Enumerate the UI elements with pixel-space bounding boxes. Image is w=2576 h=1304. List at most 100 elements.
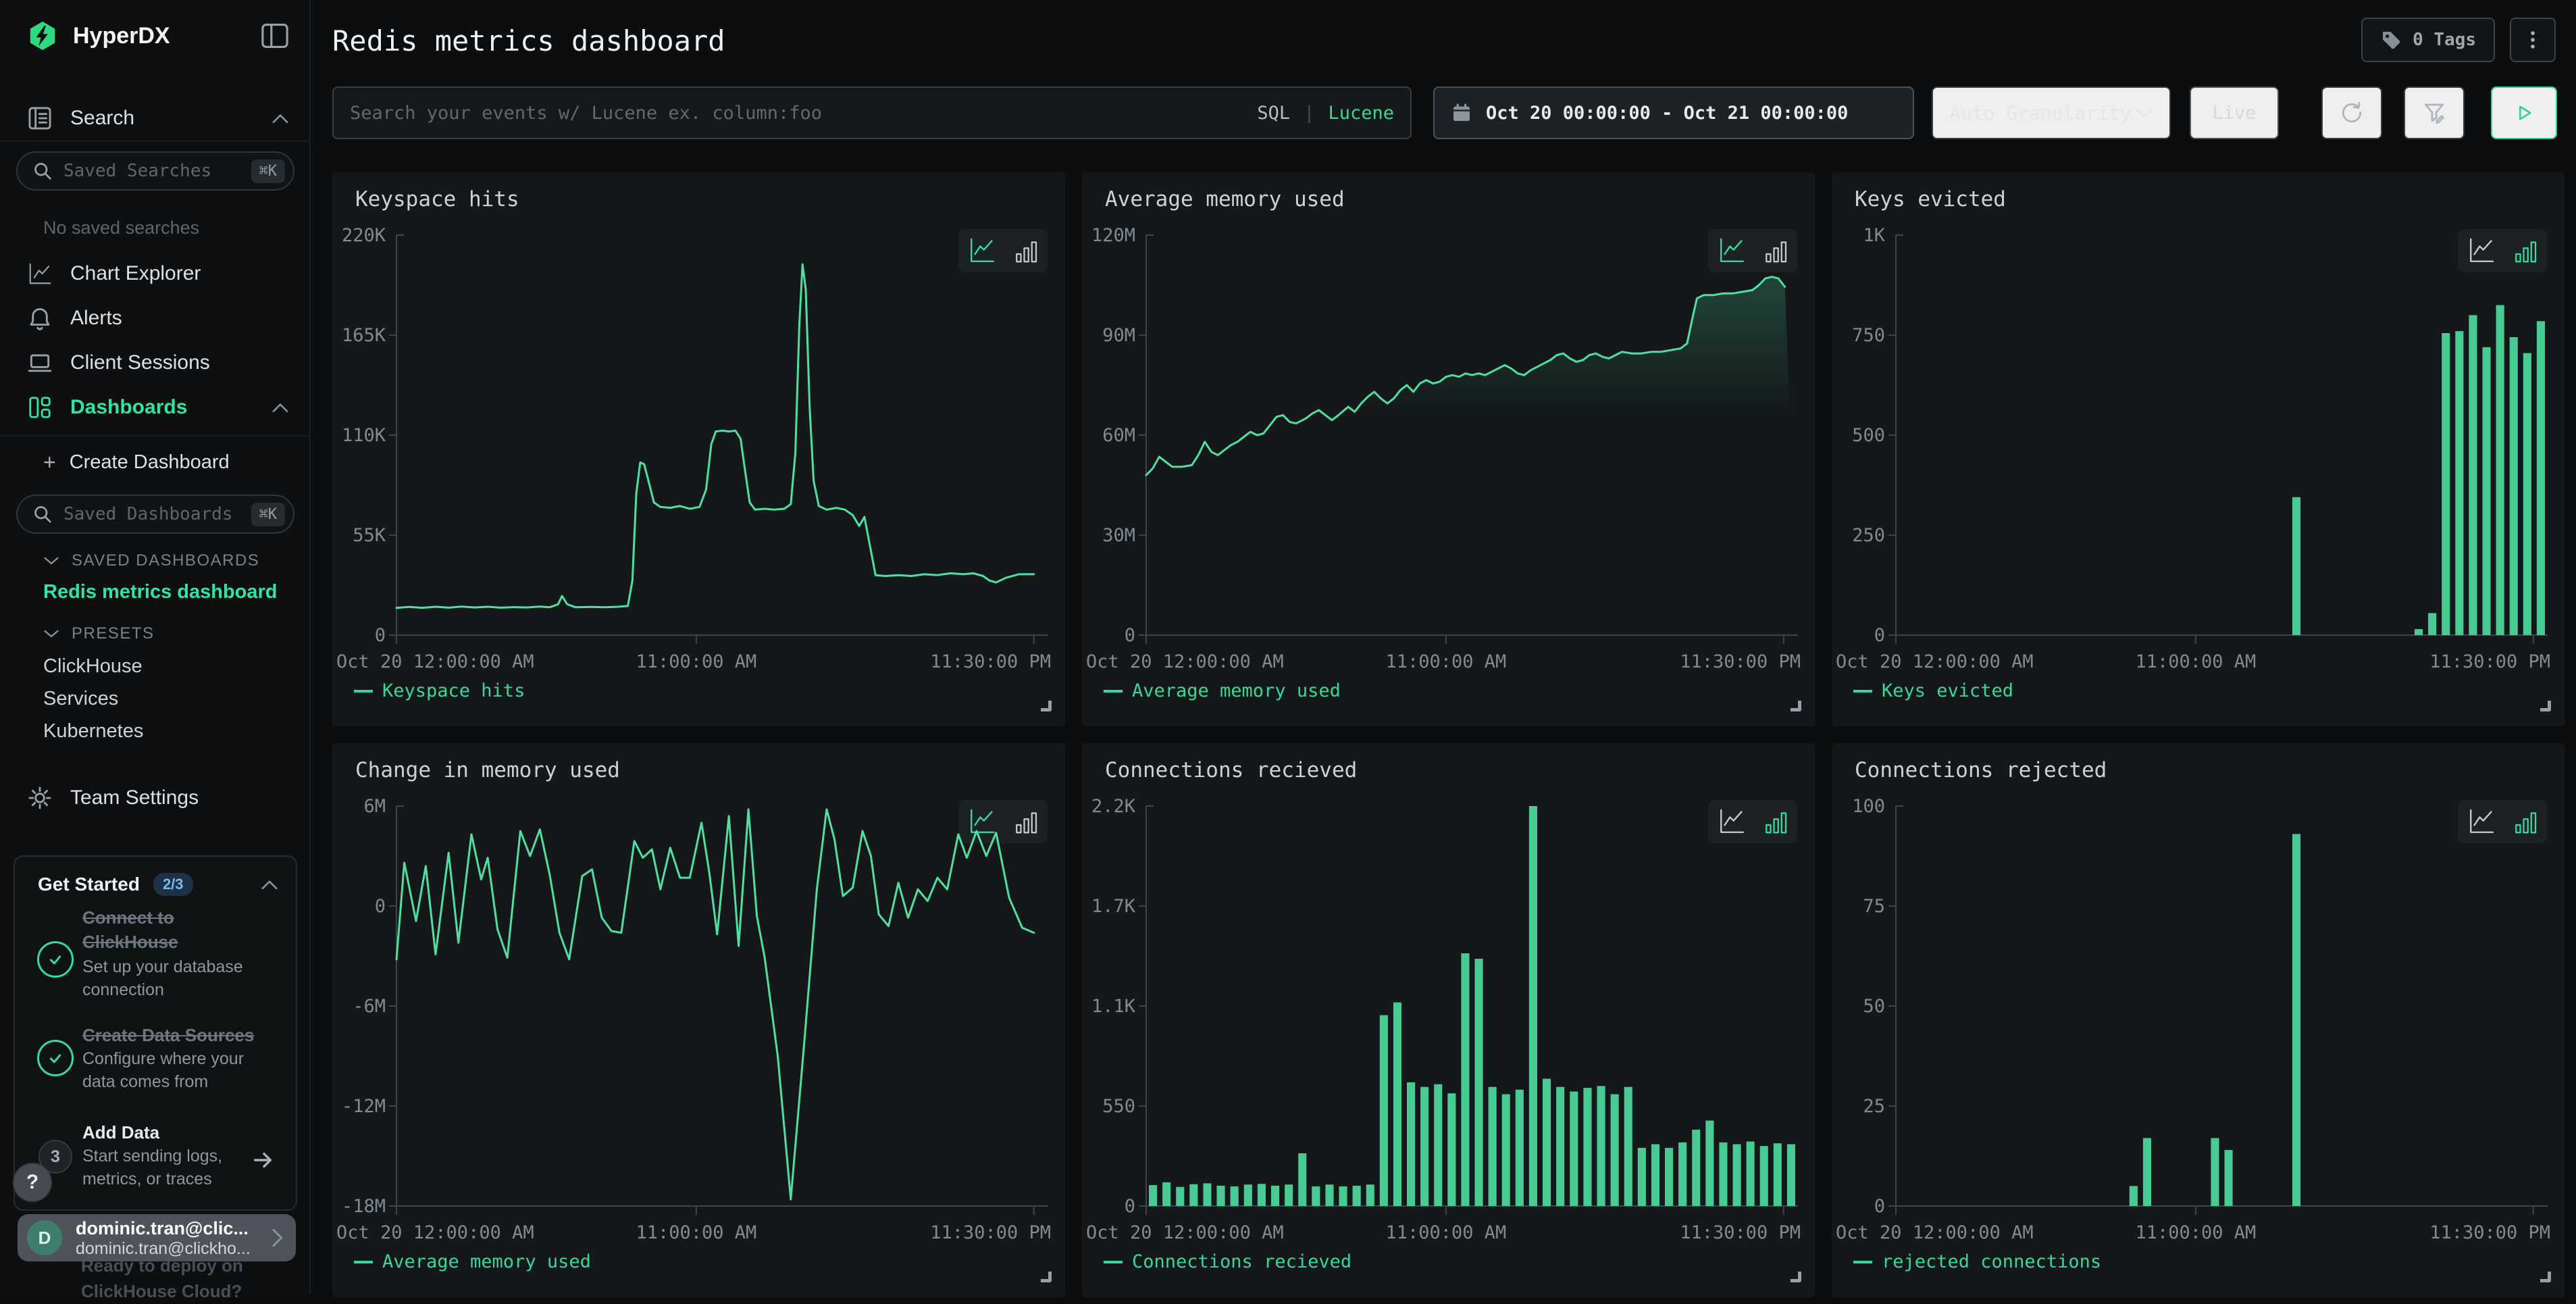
svg-text:11:30:00 PM: 11:30:00 PM bbox=[2429, 651, 2550, 672]
sidebar-item-search[interactable]: Search bbox=[0, 96, 309, 141]
legend-dash bbox=[1853, 690, 1872, 693]
filter-button[interactable] bbox=[2404, 86, 2465, 139]
chart-legend[interactable]: Keys evicted bbox=[1853, 680, 2013, 701]
chart-legend[interactable]: Average memory used bbox=[354, 1251, 591, 1272]
get-started-title: Get Started bbox=[38, 874, 140, 895]
svg-text:-18M: -18M bbox=[342, 1196, 386, 1217]
svg-text:Oct 20 12:00:00 AM: Oct 20 12:00:00 AM bbox=[1086, 1222, 1284, 1243]
play-button[interactable] bbox=[2491, 86, 2557, 139]
sidebar-item-kubernetes[interactable]: Kubernetes bbox=[43, 715, 143, 747]
svg-text:-12M: -12M bbox=[342, 1096, 386, 1117]
kebab-menu-button[interactable] bbox=[2510, 18, 2556, 62]
plus-icon: + bbox=[43, 450, 56, 475]
resize-handle[interactable] bbox=[2540, 701, 2551, 711]
svg-text:11:30:00 PM: 11:30:00 PM bbox=[1680, 1222, 1801, 1243]
svg-text:-6M: -6M bbox=[353, 996, 386, 1017]
svg-text:0: 0 bbox=[1874, 1196, 1885, 1217]
svg-text:50: 50 bbox=[1863, 996, 1885, 1017]
refresh-button[interactable] bbox=[2321, 86, 2382, 139]
chart-legend[interactable]: Keyspace hits bbox=[354, 680, 525, 701]
date-range-picker[interactable]: Oct 20 00:00:00 - Oct 21 00:00:00 bbox=[1433, 86, 1914, 139]
magnifier-icon bbox=[32, 504, 53, 524]
svg-text:0: 0 bbox=[1125, 625, 1135, 646]
saved-dashboards-input[interactable]: Saved Dashboards ⌘K bbox=[16, 495, 294, 534]
event-search-input[interactable]: Search your events w/ Lucene ex. column:… bbox=[332, 86, 1412, 139]
chart-panel: Keys evicted 1K7505002500Oct 20 12:00:00… bbox=[1832, 172, 2565, 726]
chart-legend[interactable]: rejected connections bbox=[1853, 1251, 2101, 1272]
legend-dash bbox=[1104, 690, 1123, 693]
get-started-step-desc: Configure where your data comes from bbox=[82, 1047, 244, 1093]
chart-legend[interactable]: Average memory used bbox=[1104, 680, 1341, 701]
arrow-right-icon[interactable] bbox=[251, 1149, 274, 1172]
svg-text:11:30:00 PM: 11:30:00 PM bbox=[930, 1222, 1051, 1243]
sidebar-item-chart-explorer[interactable]: Chart Explorer bbox=[0, 251, 309, 296]
chart-legend[interactable]: Connections recieved bbox=[1104, 1251, 1351, 1272]
help-button[interactable]: ? bbox=[13, 1163, 52, 1202]
presets-section[interactable]: PRESETS bbox=[43, 622, 155, 646]
gear-icon bbox=[27, 785, 53, 811]
saved-searches-input[interactable]: Saved Searches ⌘K bbox=[16, 151, 294, 191]
check-circle-icon bbox=[37, 1040, 74, 1076]
svg-text:Oct 20 12:00:00 AM: Oct 20 12:00:00 AM bbox=[336, 651, 534, 672]
svg-text:11:00:00 AM: 11:00:00 AM bbox=[1385, 651, 1506, 672]
resize-handle[interactable] bbox=[1041, 1272, 1052, 1282]
resize-handle[interactable] bbox=[1791, 1272, 1801, 1282]
mode-divider: | bbox=[1304, 103, 1314, 124]
svg-text:25: 25 bbox=[1863, 1096, 1885, 1117]
chevron-up-icon bbox=[272, 112, 289, 124]
resize-handle[interactable] bbox=[2540, 1272, 2551, 1282]
sidebar-item-dashboards[interactable]: Dashboards bbox=[0, 385, 309, 430]
user-menu[interactable]: D dominic.tran@clic... dominic.tran@clic… bbox=[18, 1214, 296, 1261]
lucene-mode-toggle[interactable]: Lucene bbox=[1328, 103, 1394, 124]
chart-panel: Keyspace hits 220K165K110K55K0Oct 20 12:… bbox=[332, 172, 1065, 726]
divider bbox=[0, 141, 309, 142]
legend-dash bbox=[354, 1261, 373, 1263]
svg-text:11:30:00 PM: 11:30:00 PM bbox=[2429, 1222, 2550, 1243]
svg-text:90M: 90M bbox=[1102, 325, 1135, 346]
get-started-header[interactable]: Get Started 2/3 bbox=[38, 873, 278, 896]
sidebar-item-redis-dashboard[interactable]: Redis metrics dashboard bbox=[43, 576, 278, 608]
legend-label: rejected connections bbox=[1882, 1251, 2101, 1272]
svg-text:120M: 120M bbox=[1091, 225, 1135, 246]
sidebar-item-client-sessions[interactable]: Client Sessions bbox=[0, 341, 309, 385]
svg-text:55K: 55K bbox=[353, 525, 386, 546]
resize-handle[interactable] bbox=[1791, 701, 1801, 711]
sidebar-item-services[interactable]: Services bbox=[43, 682, 118, 715]
sql-mode-toggle[interactable]: SQL bbox=[1257, 103, 1290, 124]
sidebar-item-alerts[interactable]: Alerts bbox=[0, 296, 309, 341]
logo-row: HyperDX bbox=[0, 20, 309, 51]
granularity-value: Auto Granularity bbox=[1949, 102, 2132, 124]
svg-text:Oct 20 12:00:00 AM: Oct 20 12:00:00 AM bbox=[1836, 1222, 2034, 1243]
saved-searches-placeholder: Saved Searches bbox=[63, 161, 240, 181]
user-name: dominic.tran@clic... bbox=[76, 1218, 249, 1238]
granularity-select[interactable]: Auto Granularity bbox=[1932, 86, 2171, 139]
saved-dashboards-section[interactable]: SAVED DASHBOARDS bbox=[43, 549, 259, 573]
chart-plot: 6M0-6M-12M-18MOct 20 12:00:00 AM11:00:00… bbox=[332, 743, 1065, 1297]
dashboards-icon bbox=[27, 395, 53, 420]
get-started-step-title[interactable]: Add Data bbox=[82, 1120, 159, 1145]
svg-text:250: 250 bbox=[1852, 525, 1885, 546]
page-title: Redis metrics dashboard bbox=[332, 24, 725, 57]
chart-plot: 220K165K110K55K0Oct 20 12:00:00 AM11:00:… bbox=[332, 172, 1065, 726]
user-info: dominic.tran@clic... dominic.tran@clickh… bbox=[76, 1218, 257, 1258]
collapse-sidebar-icon[interactable] bbox=[261, 23, 289, 49]
get-started-step-title[interactable]: Connect to ClickHouse bbox=[82, 905, 178, 954]
create-dashboard-button[interactable]: + Create Dashboard bbox=[43, 447, 230, 477]
sidebar-item-team-settings[interactable]: Team Settings bbox=[0, 776, 309, 820]
svg-text:1.7K: 1.7K bbox=[1091, 896, 1136, 917]
resize-handle[interactable] bbox=[1041, 701, 1052, 711]
cmd-k-shortcut: ⌘K bbox=[251, 159, 286, 183]
sidebar-item-clickhouse[interactable]: ClickHouse bbox=[43, 650, 143, 682]
magnifier-icon bbox=[32, 161, 53, 181]
svg-text:60M: 60M bbox=[1102, 425, 1135, 446]
chart-plot: 1K7505002500Oct 20 12:00:00 AM11:00:00 A… bbox=[1832, 172, 2565, 726]
sidebar-item-label: Chart Explorer bbox=[70, 262, 289, 285]
live-button[interactable]: Live bbox=[2190, 86, 2279, 139]
svg-text:1.1K: 1.1K bbox=[1091, 996, 1136, 1017]
search-placeholder: Search your events w/ Lucene ex. column:… bbox=[350, 103, 1243, 124]
svg-text:550: 550 bbox=[1102, 1096, 1135, 1117]
get-started-step-title[interactable]: Create Data Sources bbox=[82, 1023, 254, 1047]
tag-icon bbox=[2380, 29, 2402, 51]
legend-label: Average memory used bbox=[1132, 680, 1341, 701]
tags-button[interactable]: 0 Tags bbox=[2361, 18, 2495, 62]
